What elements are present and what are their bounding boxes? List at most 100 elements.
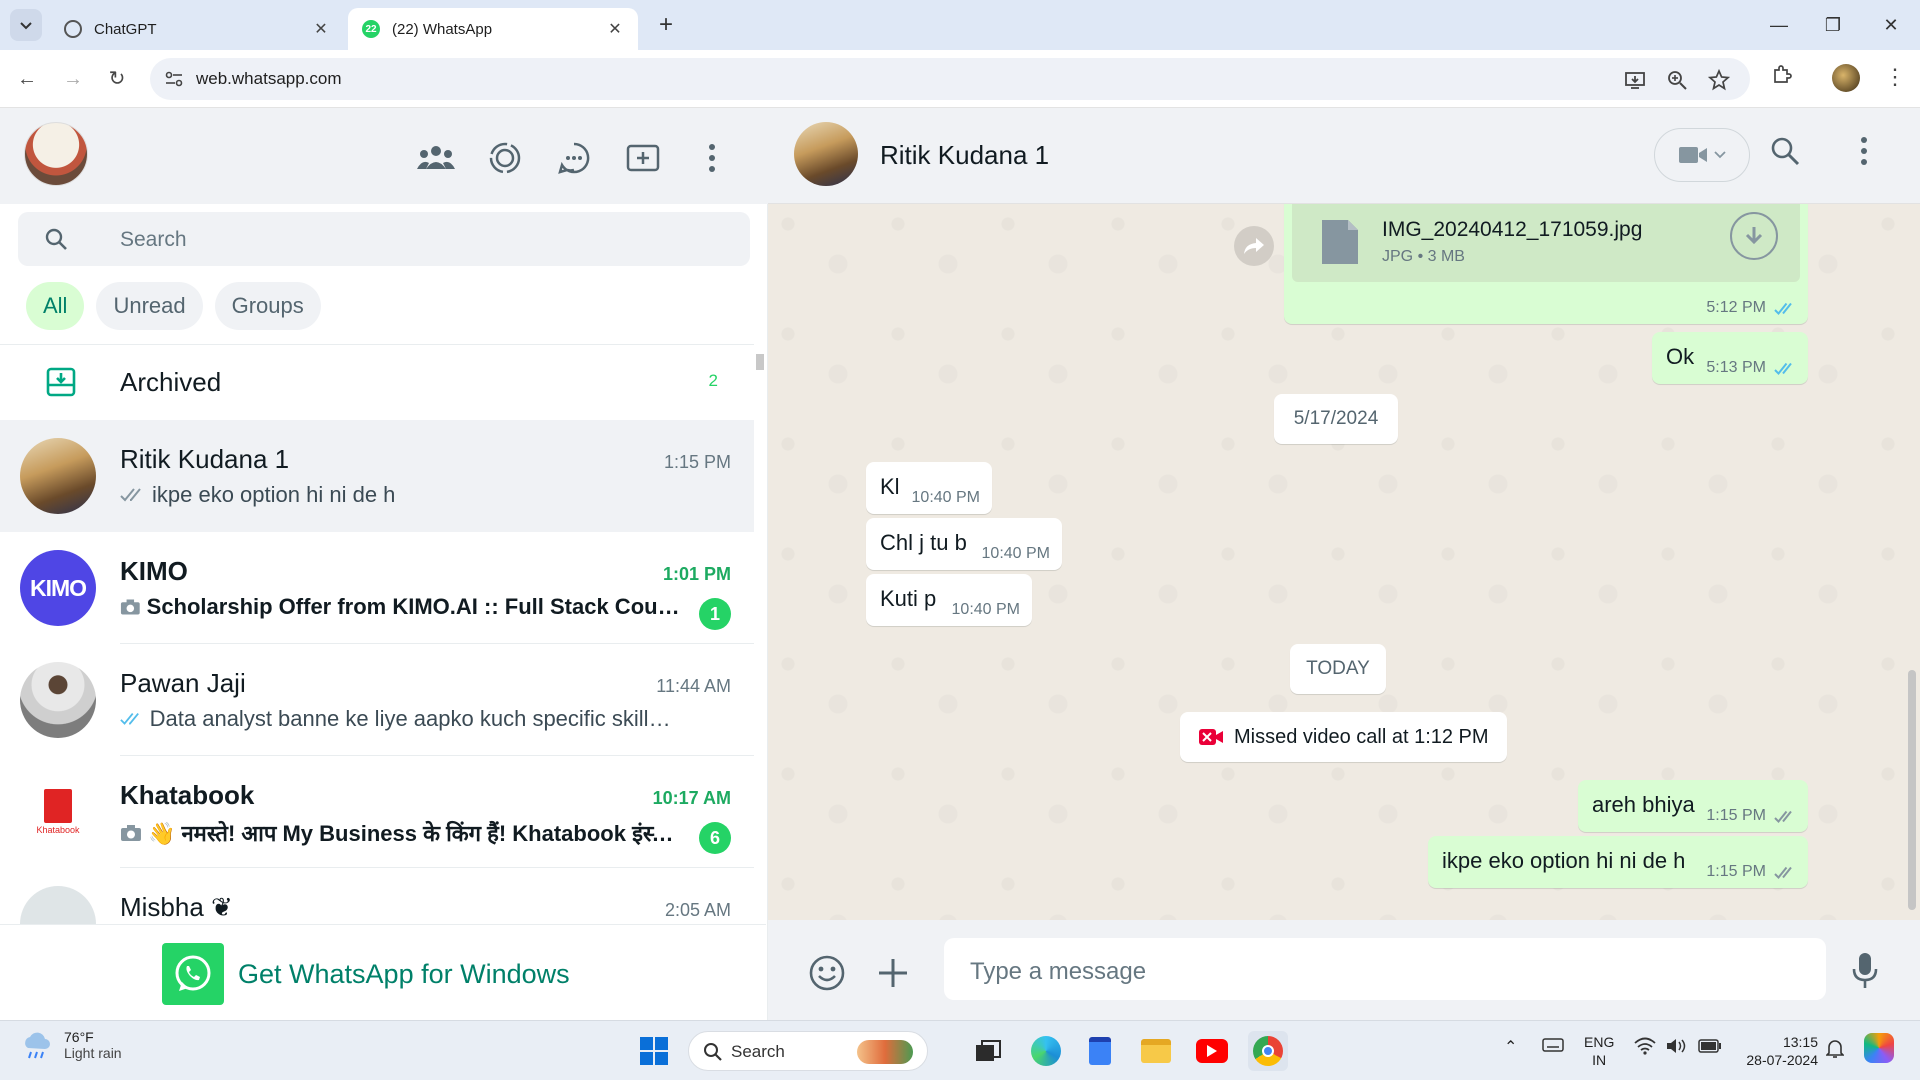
menu-icon[interactable] — [692, 138, 732, 178]
chat-item-misbha[interactable]: Misbha ❦ 2:05 AM — [0, 868, 754, 924]
chat-item-kimo[interactable]: KIMO KIMO 1:01 PM Scholarship Offer from… — [0, 532, 754, 644]
close-window-button[interactable]: ✕ — [1868, 10, 1914, 40]
bookmark-star-icon[interactable] — [1708, 69, 1730, 91]
date-separator: 5/17/2024 — [1274, 394, 1398, 444]
chat-item-khatabook[interactable]: Khatabook Khatabook 10:17 AM 👋 नमस्ते! आ… — [0, 756, 754, 868]
message-bubble-out[interactable]: areh bhiya 1:15 PM — [1578, 780, 1808, 832]
avatar — [20, 662, 96, 738]
close-icon[interactable]: ✕ — [606, 19, 624, 39]
show-hidden-icons-chevron-icon[interactable]: ⌃ — [1504, 1039, 1517, 1057]
avatar — [20, 886, 96, 924]
message-bubble-out[interactable]: Ok 5:13 PM — [1652, 332, 1808, 384]
date-separator-today: TODAY — [1290, 644, 1386, 694]
conversation-header[interactable]: Ritik Kudana 1 — [768, 108, 1920, 204]
install-app-icon[interactable] — [1624, 69, 1646, 91]
my-profile-avatar[interactable] — [24, 122, 88, 186]
site-info-icon[interactable] — [164, 69, 184, 89]
channels-icon[interactable] — [554, 138, 594, 178]
minimize-button[interactable]: — — [1756, 10, 1802, 40]
chat-list-scrollbar[interactable] — [756, 354, 764, 370]
notification-bell-icon[interactable] — [1825, 1039, 1845, 1063]
video-call-button[interactable] — [1654, 128, 1750, 182]
attach-plus-icon[interactable] — [878, 958, 908, 988]
close-icon[interactable]: ✕ — [312, 19, 330, 39]
back-button[interactable]: ← — [10, 62, 44, 96]
status-icon[interactable] — [485, 138, 525, 178]
new-chat-icon[interactable] — [623, 138, 663, 178]
message-bubble-out[interactable]: ikpe eko option hi ni de h 1:15 PM — [1428, 836, 1808, 888]
avatar: Khatabook — [20, 774, 96, 850]
file-explorer-icon[interactable] — [1136, 1031, 1176, 1071]
chat-search-input[interactable]: Search — [18, 212, 750, 266]
search-icon[interactable] — [1770, 136, 1800, 166]
address-bar[interactable]: web.whatsapp.com — [150, 58, 1750, 100]
search-icon — [45, 228, 67, 250]
archived-label: Archived — [120, 367, 222, 397]
forward-icon[interactable] — [1234, 226, 1274, 266]
message-bubble-in[interactable]: Chl j tu b 10:40 PM — [866, 518, 1062, 570]
message-time: 10:40 PM — [951, 601, 1020, 618]
weather-widget[interactable]: 76°F Light rain — [20, 1029, 122, 1061]
conversation-scrollbar[interactable] — [1908, 670, 1916, 910]
tab-search-button[interactable] — [10, 9, 42, 41]
message-input[interactable]: Type a message — [944, 938, 1826, 1000]
start-button[interactable] — [634, 1031, 674, 1071]
wifi-icon[interactable] — [1634, 1037, 1656, 1059]
contact-avatar[interactable] — [794, 122, 858, 186]
profile-avatar[interactable] — [1832, 64, 1860, 92]
tab-whatsapp[interactable]: 22 (22) WhatsApp ✕ — [348, 8, 638, 50]
get-whatsapp-banner[interactable]: Get WhatsApp for Windows — [0, 924, 766, 1020]
menu-icon[interactable] — [1860, 136, 1868, 166]
language-code: ENG — [1584, 1034, 1615, 1050]
message-time: 5:12 PM — [1706, 299, 1766, 316]
get-whatsapp-link[interactable]: Get WhatsApp for Windows — [238, 959, 570, 990]
video-camera-icon — [1679, 147, 1707, 163]
taskbar-search[interactable]: Search — [688, 1031, 928, 1071]
message-time: 1:15 PM — [1706, 807, 1766, 824]
chevron-down-icon — [1714, 151, 1726, 159]
message-text: Kuti p — [880, 586, 937, 611]
whatsapp-logo-icon — [162, 943, 224, 1005]
edge-icon[interactable] — [1026, 1031, 1066, 1071]
file-message-bubble[interactable]: IMG_20240412_171059.jpg JPG • 3 MB 5:12 … — [1284, 204, 1808, 324]
copilot-icon[interactable] — [1864, 1033, 1894, 1063]
language-indicator[interactable]: ENG IN — [1584, 1033, 1614, 1069]
filter-all[interactable]: All — [26, 282, 85, 330]
microphone-icon[interactable] — [1852, 952, 1878, 990]
restore-button[interactable]: ❐ — [1810, 10, 1856, 40]
filter-groups[interactable]: Groups — [214, 282, 321, 330]
chrome-icon[interactable] — [1248, 1031, 1288, 1071]
message-bubble-in[interactable]: Kuti p 10:40 PM — [866, 574, 1032, 626]
message-bubble-in[interactable]: Kl 10:40 PM — [866, 462, 992, 514]
new-tab-button[interactable]: + — [652, 12, 680, 40]
extensions-icon[interactable] — [1770, 62, 1794, 86]
keyboard-icon[interactable] — [1542, 1037, 1564, 1057]
clock[interactable]: 13:15 28-07-2024 — [1738, 1033, 1818, 1069]
message-time: 10:40 PM — [981, 545, 1050, 562]
notepad-icon[interactable] — [1080, 1031, 1120, 1071]
forward-button[interactable]: → — [56, 62, 90, 96]
chat-name: Misbha ❦ — [120, 892, 233, 922]
tab-chatgpt[interactable]: ChatGPT ✕ — [50, 8, 344, 50]
reload-button[interactable]: ↻ — [100, 62, 134, 96]
chat-time: 1:15 PM — [663, 452, 731, 472]
download-button[interactable] — [1730, 212, 1778, 260]
zoom-icon[interactable] — [1666, 69, 1688, 91]
youtube-icon[interactable] — [1192, 1031, 1232, 1071]
missed-call-notice[interactable]: Missed video call at 1:12 PM — [1180, 712, 1507, 762]
filter-unread[interactable]: Unread — [96, 282, 203, 330]
chat-item-ritik-kudana[interactable]: Ritik Kudana 1 1:15 PM ikpe eko option h… — [0, 420, 754, 532]
contact-name[interactable]: Ritik Kudana 1 — [880, 140, 1049, 171]
message-input-placeholder: Type a message — [970, 958, 1147, 985]
communities-icon[interactable] — [416, 138, 456, 178]
archived-row[interactable]: Archived 2 — [0, 344, 754, 420]
volume-icon[interactable] — [1666, 1037, 1688, 1059]
browser-menu-icon[interactable]: ⋮ — [1884, 64, 1906, 90]
chat-name: KIMO — [120, 556, 188, 586]
battery-icon[interactable] — [1698, 1039, 1722, 1057]
emoji-icon[interactable] — [808, 954, 846, 992]
document-icon — [1322, 220, 1358, 264]
task-view-icon[interactable] — [968, 1031, 1008, 1071]
file-card[interactable]: IMG_20240412_171059.jpg JPG • 3 MB — [1292, 204, 1800, 282]
chat-item-pawan-jaji[interactable]: Pawan Jaji 11:44 AM Data analyst banne k… — [0, 644, 754, 756]
